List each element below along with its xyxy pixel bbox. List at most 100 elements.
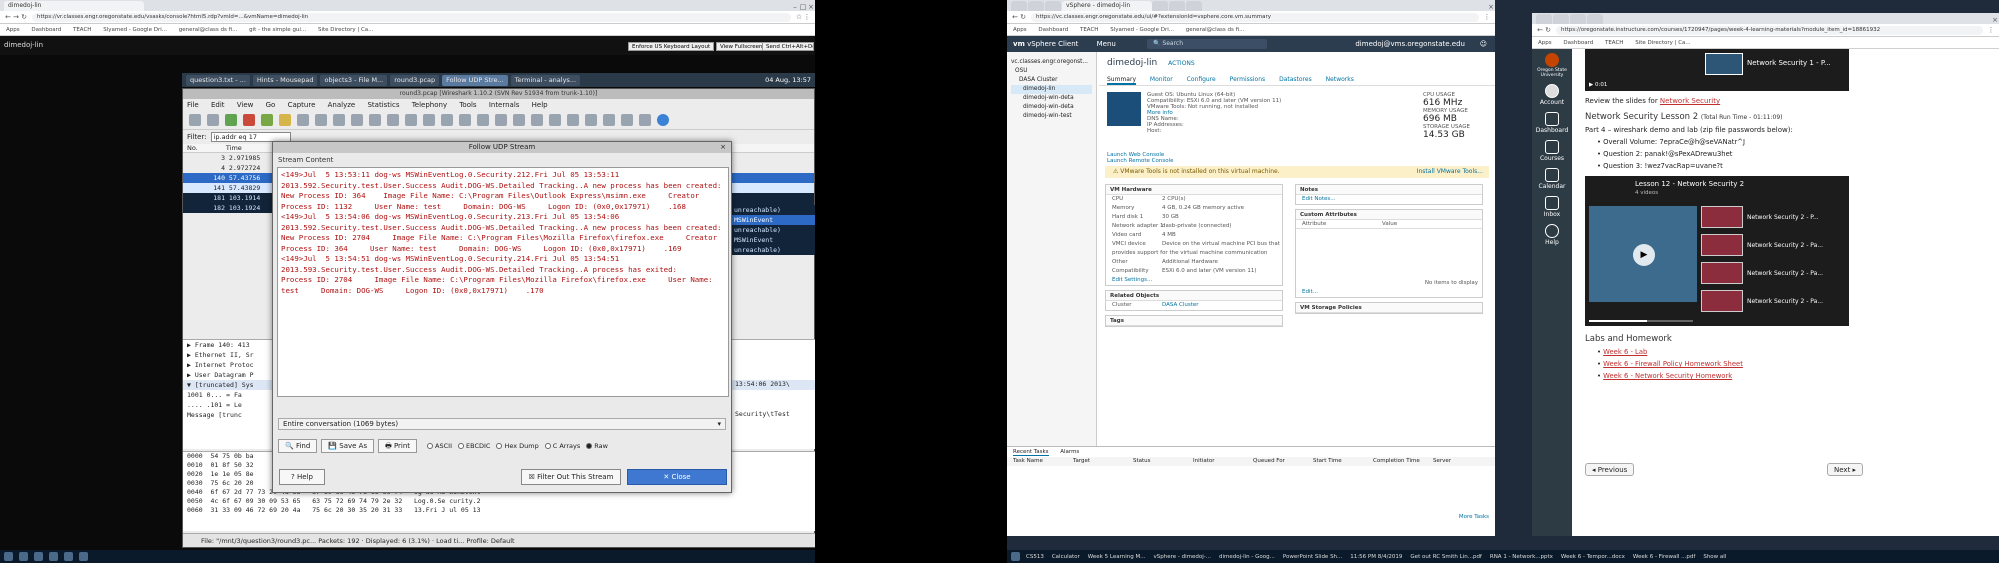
bookmark[interactable]: git - the simple gui... <box>249 27 306 33</box>
colorize-icon[interactable] <box>477 114 489 126</box>
taskbar-app[interactable]: dimedoj-lin - Goog... <box>1219 554 1275 560</box>
play-icon[interactable]: ▶ <box>1633 244 1655 266</box>
radio-raw[interactable]: Raw <box>586 442 608 450</box>
restart-icon[interactable] <box>261 114 273 126</box>
menu-help[interactable]: Help <box>532 101 548 109</box>
nav-account[interactable]: Account <box>1532 84 1572 106</box>
tab-permissions[interactable]: Permissions <box>1230 76 1266 83</box>
options-icon[interactable] <box>207 114 219 126</box>
browser-tab[interactable]: dimedoj-lin <box>4 1 144 11</box>
browser-tab-active[interactable]: vSphere - dimedoj-lin <box>1062 1 1152 11</box>
bookmark[interactable]: Site Directory | Ca... <box>318 27 373 33</box>
taskbar-item[interactable]: round3.pcap <box>390 74 440 86</box>
bookmark[interactable]: Apps <box>6 27 20 33</box>
resize-columns-icon[interactable] <box>567 114 579 126</box>
tab-monitor[interactable]: Monitor <box>1150 76 1173 83</box>
forward-icon[interactable]: → <box>12 13 20 21</box>
menu-icon[interactable]: ⋮ <box>1987 26 1995 34</box>
bookmark[interactable]: Site Directory | Ca... <box>1635 40 1690 46</box>
vm-console-thumbnail[interactable] <box>1107 92 1141 126</box>
nav-help[interactable]: Help <box>1532 224 1572 246</box>
menu-edit[interactable]: Edit <box>211 101 225 109</box>
menu-file[interactable]: File <box>187 101 199 109</box>
close-file-icon[interactable] <box>315 114 327 126</box>
ctrl-alt-del-button[interactable]: Send Ctrl+Alt+Delete <box>762 42 814 51</box>
browser-tab[interactable] <box>1553 14 1569 24</box>
tree-item[interactable]: dimedoj-win-deta <box>1011 94 1092 103</box>
bookmark[interactable]: Dashboard <box>31 27 61 33</box>
browser-tab[interactable] <box>1570 14 1586 24</box>
nav-dashboard[interactable]: Dashboard <box>1532 112 1572 134</box>
tab-datastores[interactable]: Datastores <box>1279 76 1312 83</box>
menu-view[interactable]: View <box>237 101 254 109</box>
taskbar-app[interactable]: PowerPoint Slide Sh... <box>1283 554 1342 560</box>
reload-icon[interactable]: ↻ <box>1019 13 1027 21</box>
interfaces-icon[interactable] <box>189 114 201 126</box>
browser-tab[interactable] <box>1045 1 1061 11</box>
find-button[interactable]: 🔍 Find <box>278 439 318 453</box>
hex-row[interactable]: 0050 4c 6f 67 09 30 09 53 65 63 75 72 69… <box>183 497 815 506</box>
coloring-rules-icon[interactable] <box>621 114 633 126</box>
edge-icon[interactable] <box>34 552 43 561</box>
close-button[interactable]: ✕ Close <box>627 469 727 485</box>
user-menu[interactable]: dimedoj@vms.oregonstate.edu <box>1355 36 1465 52</box>
download-item[interactable]: RNA 1 - Network...pptx <box>1490 554 1553 560</box>
network-security-slides-link[interactable]: Network Security <box>1660 97 1720 105</box>
taskbar-item[interactable]: Hints - Mousepad <box>252 74 318 86</box>
download-item[interactable]: Week 6 - Firewall ...pdf <box>1633 554 1695 560</box>
tree-item[interactable]: DASA Cluster <box>1011 76 1092 85</box>
browser-tab[interactable] <box>1152 1 1168 11</box>
maximize-icon[interactable]: □ <box>799 3 807 11</box>
help-icon[interactable] <box>657 114 669 126</box>
fullscreen-button[interactable]: View Fullscreen <box>716 42 767 51</box>
taskbar-app[interactable]: Week 5 Learning M... <box>1088 554 1146 560</box>
display-filters-icon[interactable] <box>603 114 615 126</box>
actions-menu[interactable]: ACTIONS <box>1168 60 1195 67</box>
launch-remote-console-link[interactable]: Launch Remote Console <box>1107 158 1495 164</box>
address-bar[interactable]: https://vr.classes.engr.oregonstate.edu/… <box>32 12 791 22</box>
cluster-link[interactable]: DASA Cluster <box>1162 302 1199 308</box>
file-explorer-icon[interactable] <box>19 552 28 561</box>
reload-icon[interactable] <box>333 114 345 126</box>
conversation-select[interactable]: Entire conversation (1069 bytes) ▾ <box>278 418 726 430</box>
back-icon[interactable]: ← <box>1536 26 1544 34</box>
smiley-icon[interactable]: ☺ <box>1480 36 1487 52</box>
nav-courses[interactable]: Courses <box>1532 140 1572 162</box>
install-tools-link[interactable]: Install VMware Tools... <box>1417 166 1483 178</box>
mail-icon[interactable] <box>79 552 88 561</box>
taskbar-app[interactable]: CS513 <box>1026 554 1044 560</box>
address-bar[interactable]: https://vc.classes.engr.oregonstate.edu/… <box>1031 12 1479 22</box>
browser-tab[interactable] <box>1186 1 1202 11</box>
menu-icon[interactable]: ⋮ <box>1483 13 1491 21</box>
lab-link[interactable]: Week 6 - Network Security Homework <box>1603 372 1732 380</box>
normal-size-icon[interactable] <box>549 114 561 126</box>
close-icon[interactable]: × <box>1991 16 1999 24</box>
close-icon[interactable]: × <box>720 142 726 153</box>
search-input[interactable]: 🔍 Search <box>1147 39 1267 49</box>
lab-link[interactable]: Week 6 - Lab <box>1603 348 1647 356</box>
menu-internals[interactable]: Internals <box>489 101 520 109</box>
menu-analyze[interactable]: Analyze <box>328 101 356 109</box>
star-icon[interactable]: ☆ <box>795 13 803 21</box>
lab-link[interactable]: Week 6 - Firewall Policy Homework Sheet <box>1603 360 1743 368</box>
browser-tab[interactable] <box>1536 14 1552 24</box>
tree-item[interactable]: OSU <box>1011 67 1092 76</box>
chrome-icon[interactable] <box>49 552 58 561</box>
reload-icon[interactable]: ↻ <box>1544 26 1552 34</box>
zoom-in-icon[interactable] <box>513 114 525 126</box>
print-icon[interactable] <box>351 114 363 126</box>
col-time[interactable]: Time <box>226 144 242 152</box>
filter-out-button[interactable]: ☒ Filter Out This Stream <box>521 469 621 485</box>
menu-tools[interactable]: Tools <box>459 101 476 109</box>
taskbar-item[interactable]: objects3 - File M... <box>320 74 388 86</box>
help-button[interactable]: ? Help <box>279 469 325 485</box>
previous-button[interactable]: ◂ Previous <box>1585 463 1635 476</box>
reload-icon[interactable]: ↻ <box>20 13 28 21</box>
terminal-icon[interactable] <box>64 552 73 561</box>
forward-icon[interactable] <box>405 114 417 126</box>
edit-notes-link[interactable]: Edit Notes... <box>1296 195 1482 204</box>
bookmark[interactable]: TEACH <box>1080 27 1098 33</box>
bookmark[interactable]: Apps <box>1538 40 1552 46</box>
menu-go[interactable]: Go <box>266 101 276 109</box>
capture-filters-icon[interactable] <box>585 114 597 126</box>
